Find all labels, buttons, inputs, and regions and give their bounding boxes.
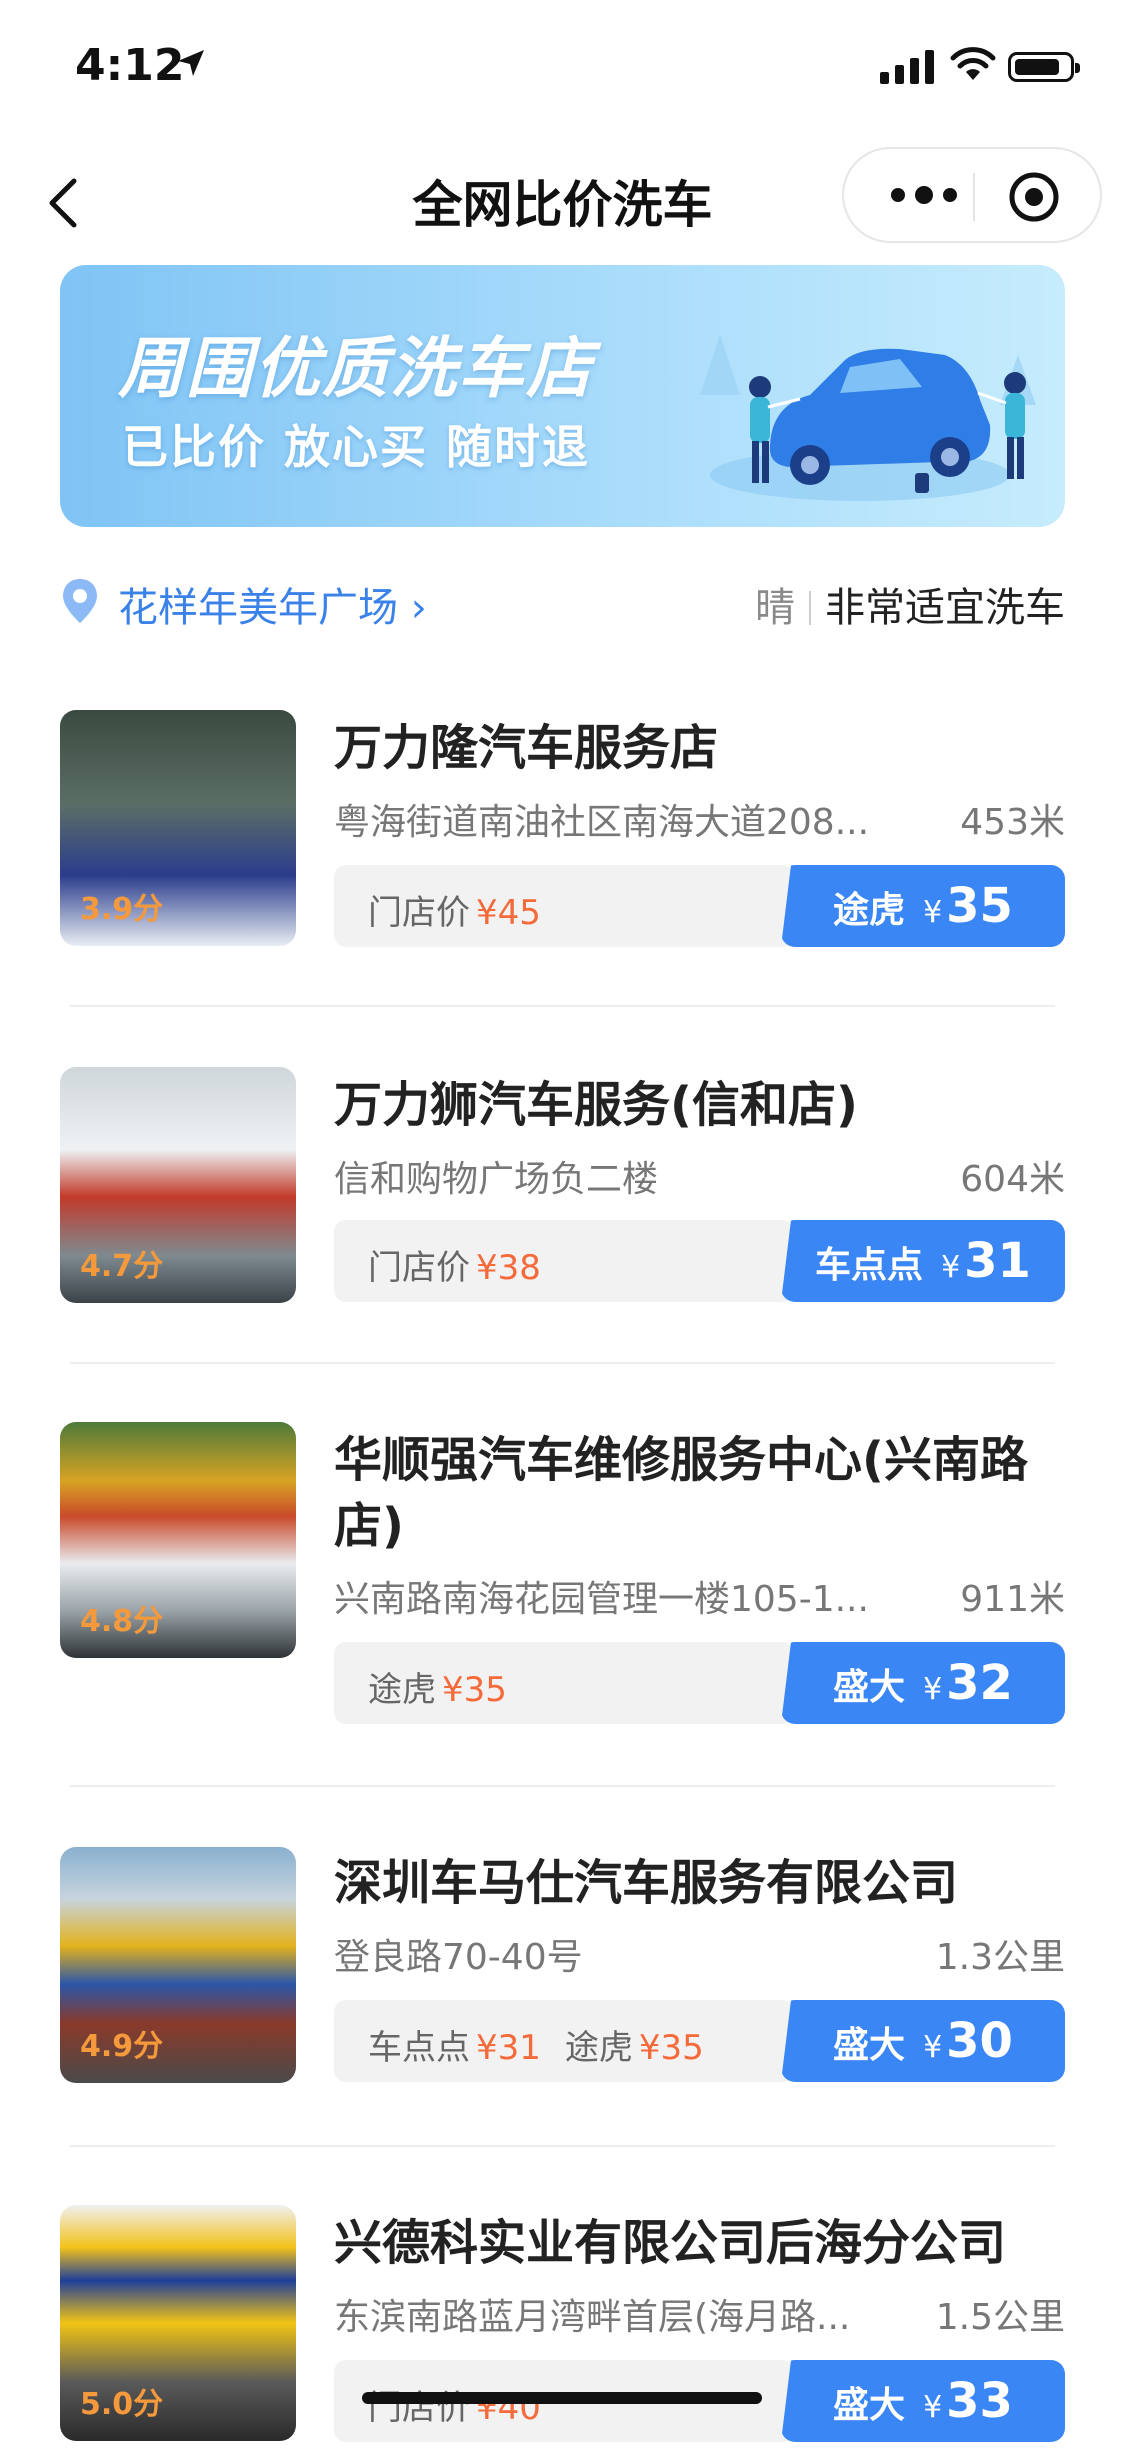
best-price: 31	[964, 1233, 1031, 1289]
best-price: 30	[946, 2013, 1013, 2069]
mini-program-capsule	[842, 147, 1102, 243]
price-bar: 途虎 ¥35 盛大 ¥32	[334, 1642, 1065, 1724]
weather-divider	[809, 591, 811, 625]
store-address: 信和购物广场负二楼	[334, 1159, 659, 1200]
best-price-button[interactable]: 盛大 ¥33	[781, 2360, 1065, 2442]
best-price-button[interactable]: 盛大 ¥30	[781, 2000, 1065, 2082]
location-arrow-icon	[178, 50, 204, 76]
status-bar: 4:12	[0, 0, 1125, 135]
store-name: 华顺强汽车维修服务中心(兴南路店)	[334, 1432, 1028, 1554]
store-address: 粤海街道南油社区南海大道208...	[334, 802, 870, 843]
store-name: 万力隆汽车服务店	[334, 720, 719, 776]
location-row: 花样年美年广场 › 晴非常适宜洗车	[60, 565, 1065, 635]
capsule-divider	[973, 173, 975, 221]
compare-label: 门店价	[368, 893, 470, 933]
store-rating: 4.8分	[80, 1604, 164, 1639]
store-distance: 1.3公里	[935, 1937, 1065, 1978]
store-address: 登良路70-40号	[334, 1937, 583, 1978]
store-distance: 1.5公里	[935, 2297, 1065, 2338]
platform-name: 盛大	[833, 1667, 906, 1708]
divider	[70, 1362, 1055, 1364]
compare-price: ¥35	[442, 1670, 507, 1710]
store-name: 万力狮汽车服务(信和店)	[334, 1077, 858, 1133]
store-rating: 5.0分	[80, 2387, 164, 2422]
store-name: 兴德科实业有限公司后海分公司	[334, 2215, 1007, 2271]
store-photo: 3.9分	[60, 710, 296, 946]
store-distance: 911米	[960, 1579, 1065, 1620]
battery-icon	[1008, 52, 1080, 82]
best-price: 33	[946, 2373, 1013, 2429]
price-bar: 门店价 ¥38 车点点 ¥31	[334, 1220, 1065, 1302]
store-photo: 4.8分	[60, 1422, 296, 1658]
signal-icon	[880, 50, 934, 84]
store-rating: 4.9分	[80, 2029, 164, 2064]
best-price-button[interactable]: 盛大 ¥32	[781, 1642, 1065, 1724]
car-wash-illustration	[700, 335, 1036, 501]
more-icon[interactable]	[884, 180, 964, 210]
promo-banner[interactable]: 周围优质洗车店 已比价 放心买 随时退	[60, 265, 1065, 527]
compare-price: ¥35	[638, 2028, 704, 2068]
store-rating: 3.9分	[80, 892, 164, 927]
compare-price: ¥38	[476, 1248, 541, 1288]
compare-price: ¥45	[476, 893, 541, 933]
car-wash-index: 非常适宜洗车	[825, 585, 1065, 631]
price-bar: 车点点 ¥31 途虎 ¥35 盛大 ¥30	[334, 2000, 1065, 2082]
platform-name: 车点点	[815, 1245, 924, 1286]
status-time: 4:12	[75, 40, 185, 91]
store-photo: 4.9分	[60, 1847, 296, 2083]
divider	[70, 1005, 1055, 1007]
store-distance: 453米	[960, 802, 1065, 843]
store-distance: 604米	[960, 1159, 1065, 1200]
currency-symbol: ¥	[923, 2030, 943, 2065]
compare-prices: 门店价 ¥45	[334, 865, 794, 947]
store-name: 深圳车马仕汽车服务有限公司	[334, 1855, 959, 1911]
divider	[70, 2145, 1055, 2147]
compare-label: 门店价	[368, 1248, 470, 1288]
wifi-icon	[950, 47, 996, 80]
store-rating: 4.7分	[80, 1249, 164, 1284]
best-price-button[interactable]: 途虎 ¥35	[781, 865, 1065, 947]
price-bar: 门店价 ¥45 途虎 ¥35	[334, 865, 1065, 947]
compare-price: ¥31	[476, 2028, 541, 2068]
compare-label: 途虎	[564, 2028, 633, 2068]
platform-name: 盛大	[833, 2385, 906, 2426]
close-icon[interactable]	[1008, 171, 1060, 223]
nav-bar: 全网比价洗车	[0, 135, 1125, 265]
currency-symbol: ¥	[923, 2390, 943, 2425]
banner-subline: 已比价 放心买 随时退	[122, 420, 591, 474]
store-address: 东滨南路蓝月湾畔首层(海月路...	[334, 2297, 851, 2338]
location-pin-icon	[63, 579, 97, 623]
compare-prices: 车点点 ¥31 途虎 ¥35	[334, 2000, 794, 2082]
compare-label: 途虎	[368, 1670, 436, 1710]
currency-symbol: ¥	[923, 895, 943, 930]
home-indicator[interactable]	[362, 2392, 762, 2404]
weather-info: 晴非常适宜洗车	[755, 575, 1065, 633]
divider	[70, 1785, 1055, 1787]
compare-label: 车点点	[368, 2028, 470, 2068]
best-price-button[interactable]: 车点点 ¥31	[781, 1220, 1065, 1302]
platform-name: 盛大	[833, 2025, 906, 2066]
currency-symbol: ¥	[923, 1672, 943, 1707]
best-price: 35	[946, 878, 1013, 934]
store-photo: 4.7分	[60, 1067, 296, 1303]
store-photo: 5.0分	[60, 2205, 296, 2441]
platform-name: 途虎	[833, 890, 906, 931]
weather-condition: 晴	[755, 585, 795, 631]
store-address: 兴南路南海花园管理一楼105-1...	[334, 1579, 869, 1620]
compare-prices: 门店价 ¥38	[334, 1220, 794, 1302]
best-price: 32	[946, 1655, 1013, 1711]
banner-headline: 周围优质洗车店	[118, 330, 594, 407]
currency-symbol: ¥	[941, 1250, 961, 1285]
compare-prices: 途虎 ¥35	[334, 1642, 794, 1724]
location-name-link[interactable]: 花样年美年广场 ›	[118, 575, 427, 633]
